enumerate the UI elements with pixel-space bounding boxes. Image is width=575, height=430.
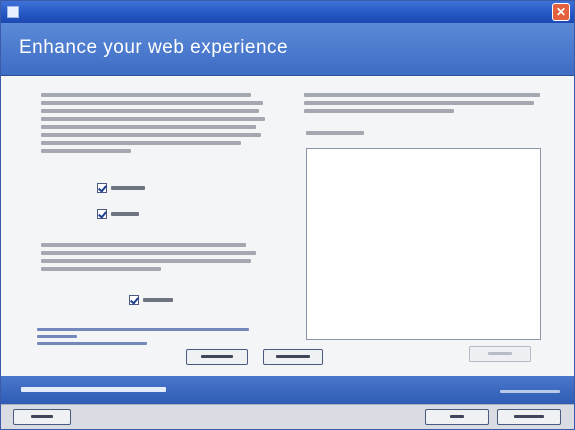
cancel-button-label bbox=[514, 415, 544, 418]
header-banner: Enhance your web experience bbox=[1, 23, 574, 76]
info-links[interactable] bbox=[37, 328, 257, 349]
remove-button-label bbox=[488, 352, 512, 355]
title-bar[interactable]: ✕ bbox=[1, 1, 574, 23]
content-area bbox=[1, 76, 574, 376]
notify-me-checkbox[interactable] bbox=[97, 208, 167, 222]
allow-once-checkbox[interactable] bbox=[129, 294, 199, 308]
close-button[interactable]: ✕ bbox=[552, 3, 570, 21]
footer-product-name bbox=[21, 387, 166, 392]
help-button-label bbox=[31, 415, 53, 418]
remove-button bbox=[469, 346, 531, 362]
right-note bbox=[304, 93, 544, 117]
help-button[interactable] bbox=[13, 409, 71, 425]
cancel-button[interactable] bbox=[497, 409, 561, 425]
visit-button[interactable] bbox=[263, 349, 323, 365]
allowed-sites-listbox[interactable] bbox=[306, 148, 541, 340]
ok-button[interactable] bbox=[425, 409, 489, 425]
visit-button-label bbox=[276, 355, 310, 358]
checkbox-label bbox=[111, 212, 139, 216]
banner-headline: Enhance your web experience bbox=[19, 37, 289, 58]
register-button[interactable] bbox=[186, 349, 248, 365]
info-link[interactable] bbox=[37, 328, 249, 331]
footer-company bbox=[500, 390, 560, 393]
kill-popups-checkbox[interactable] bbox=[97, 182, 167, 196]
bottom-button-bar bbox=[1, 404, 574, 429]
register-button-label bbox=[201, 355, 233, 358]
footer-banner bbox=[1, 376, 574, 404]
dialog-window: ✕ Enhance your web experience bbox=[0, 0, 575, 430]
ok-button-label bbox=[450, 415, 464, 418]
checkbox-box[interactable] bbox=[97, 209, 107, 219]
checkbox-label bbox=[111, 186, 145, 190]
info-link-cont[interactable] bbox=[37, 335, 77, 338]
checkbox-label bbox=[143, 298, 173, 302]
website-link[interactable] bbox=[37, 342, 147, 345]
checkbox-box[interactable] bbox=[97, 183, 107, 193]
app-icon bbox=[7, 6, 19, 18]
allow-once-description bbox=[41, 243, 266, 275]
listbox-label bbox=[306, 131, 386, 139]
description-paragraph bbox=[41, 93, 266, 157]
checkbox-box[interactable] bbox=[129, 295, 139, 305]
